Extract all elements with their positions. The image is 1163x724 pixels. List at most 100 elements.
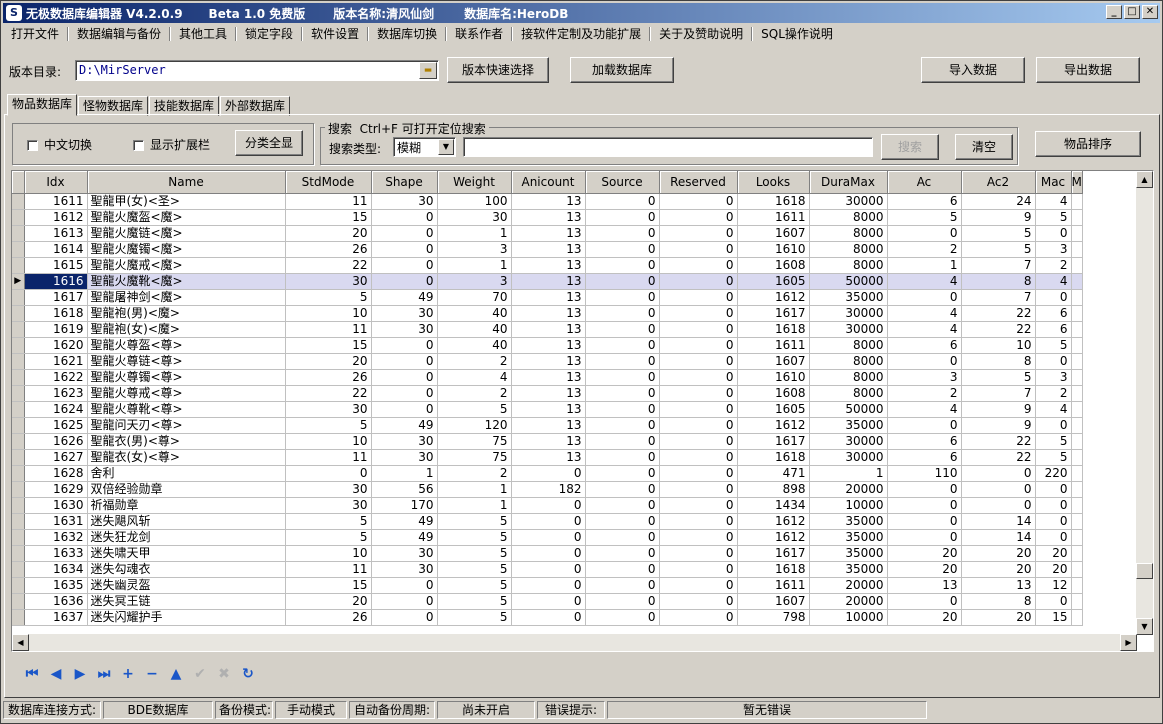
cell-source[interactable]: 0: [585, 433, 660, 450]
cell-shape[interactable]: 49: [371, 529, 438, 546]
cell-duramax[interactable]: 8000: [809, 257, 888, 274]
cell-mac[interactable]: 5: [1035, 337, 1072, 354]
cell-name[interactable]: 聖龍火尊链<尊>: [87, 353, 286, 370]
prior-record-icon[interactable]: ◀: [45, 664, 67, 684]
sort-button[interactable]: 物品排序: [1035, 131, 1141, 157]
first-record-icon[interactable]: ⏮: [21, 664, 43, 684]
column-header[interactable]: Shape: [371, 171, 438, 194]
cell-source[interactable]: 0: [585, 481, 660, 498]
cell-weight[interactable]: 5: [437, 529, 512, 546]
cell-duramax[interactable]: 35000: [809, 289, 888, 306]
cell-source[interactable]: 0: [585, 609, 660, 626]
delete-record-icon[interactable]: −: [141, 664, 163, 684]
cell-mac[interactable]: 0: [1035, 481, 1072, 498]
menu-item[interactable]: 打开文件: [3, 24, 67, 44]
cell-name[interactable]: 迷失幽灵盔: [87, 577, 286, 594]
menu-item[interactable]: 软件设置: [303, 24, 367, 44]
cell-idx[interactable]: 1624: [24, 401, 88, 418]
cell-overflow[interactable]: [1071, 305, 1083, 322]
cell-anicount[interactable]: 13: [511, 241, 586, 258]
cell-anicount[interactable]: 13: [511, 209, 586, 226]
cell-weight[interactable]: 3: [437, 273, 512, 290]
cell-ac[interactable]: 0: [887, 497, 962, 514]
cell-source[interactable]: 0: [585, 273, 660, 290]
menu-item[interactable]: 联系作者: [447, 24, 511, 44]
column-header[interactable]: Source: [585, 171, 660, 194]
cell-anicount[interactable]: 13: [511, 401, 586, 418]
cell-idx[interactable]: 1632: [24, 529, 88, 546]
cell-ac[interactable]: 2: [887, 385, 962, 402]
maximize-icon[interactable]: □: [1124, 5, 1140, 19]
cell-looks[interactable]: 1608: [737, 257, 810, 274]
cell-name[interactable]: 迷失狂龙剑: [87, 529, 286, 546]
cell-idx[interactable]: 1631: [24, 513, 88, 530]
cell-name[interactable]: 舍利: [87, 465, 286, 482]
cell-name[interactable]: 聖龍袍(女)<魔>: [87, 321, 286, 338]
cell-shape[interactable]: 0: [371, 273, 438, 290]
cell-shape[interactable]: 30: [371, 433, 438, 450]
cell-anicount[interactable]: 0: [511, 513, 586, 530]
cell-duramax[interactable]: 8000: [809, 353, 888, 370]
cell-reserved[interactable]: 0: [659, 497, 738, 514]
table-row[interactable]: 1632 迷失狂龙剑 5 49 5 0 0 0 1612 35000 0 14 0: [12, 529, 1083, 546]
cell-ac[interactable]: 0: [887, 353, 962, 370]
cell-idx[interactable]: 1611: [24, 193, 88, 210]
cell-anicount[interactable]: 182: [511, 481, 586, 498]
cell-ac[interactable]: 6: [887, 337, 962, 354]
cell-overflow[interactable]: [1071, 577, 1083, 594]
cell-ac2[interactable]: 8: [961, 593, 1036, 610]
cell-ac[interactable]: 0: [887, 593, 962, 610]
cell-ac[interactable]: 6: [887, 449, 962, 466]
cell-ac2[interactable]: 7: [961, 289, 1036, 306]
cell-duramax[interactable]: 10000: [809, 497, 888, 514]
cell-overflow[interactable]: [1071, 225, 1083, 242]
cell-shape[interactable]: 49: [371, 289, 438, 306]
cell-overflow[interactable]: [1071, 481, 1083, 498]
cell-shape[interactable]: 0: [371, 225, 438, 242]
tab-0[interactable]: 物品数据库: [7, 94, 78, 116]
column-header[interactable]: Mac: [1035, 171, 1072, 194]
cell-name[interactable]: 聖龍火魔戒<魔>: [87, 257, 286, 274]
cell-ac2[interactable]: 9: [961, 401, 1036, 418]
table-row[interactable]: 1624 聖龍火尊靴<尊> 30 0 5 13 0 0 1605 50000 4 9 4: [12, 401, 1083, 418]
cell-name[interactable]: 聖龍问天刃<尊>: [87, 417, 286, 434]
cell-weight[interactable]: 4: [437, 369, 512, 386]
cell-ac[interactable]: 5: [887, 209, 962, 226]
cell-stdmode[interactable]: 11: [285, 449, 372, 466]
cell-reserved[interactable]: 0: [659, 417, 738, 434]
cell-shape[interactable]: 30: [371, 305, 438, 322]
cell-duramax[interactable]: 8000: [809, 337, 888, 354]
cell-idx[interactable]: 1636: [24, 593, 88, 610]
cell-anicount[interactable]: 13: [511, 337, 586, 354]
cell-reserved[interactable]: 0: [659, 209, 738, 226]
cell-shape[interactable]: 0: [371, 209, 438, 226]
table-row[interactable]: 1633 迷失啸天甲 10 30 5 0 0 0 1617 35000 20 20 20: [12, 545, 1083, 562]
cell-looks[interactable]: 1611: [737, 577, 810, 594]
table-row[interactable]: 1617 聖龍屠神剑<魔> 5 49 70 13 0 0 1612 35000 0 7 0: [12, 289, 1083, 306]
cell-anicount[interactable]: 0: [511, 609, 586, 626]
edit-record-icon[interactable]: ▲: [165, 664, 187, 684]
cell-source[interactable]: 0: [585, 561, 660, 578]
cell-name[interactable]: 双倍经验勋章: [87, 481, 286, 498]
cell-stdmode[interactable]: 26: [285, 609, 372, 626]
cell-anicount[interactable]: 13: [511, 369, 586, 386]
cell-anicount[interactable]: 13: [511, 305, 586, 322]
cell-stdmode[interactable]: 5: [285, 513, 372, 530]
cell-stdmode[interactable]: 10: [285, 305, 372, 322]
cell-looks[interactable]: 898: [737, 481, 810, 498]
cell-source[interactable]: 0: [585, 193, 660, 210]
cell-ac2[interactable]: 5: [961, 225, 1036, 242]
cell-weight[interactable]: 1: [437, 225, 512, 242]
scroll-thumb[interactable]: [1136, 563, 1153, 579]
cell-stdmode[interactable]: 5: [285, 529, 372, 546]
load-db-button[interactable]: 加载数据库: [570, 57, 674, 83]
items-grid[interactable]: Idx Name StdMode Shape Weight Anicount Source R…: [11, 170, 1154, 652]
column-header[interactable]: Weight: [437, 171, 512, 194]
close-icon[interactable]: ✕: [1142, 5, 1158, 19]
cell-overflow[interactable]: [1071, 369, 1083, 386]
cell-weight[interactable]: 40: [437, 305, 512, 322]
cell-looks[interactable]: 1617: [737, 545, 810, 562]
cell-weight[interactable]: 5: [437, 609, 512, 626]
cell-source[interactable]: 0: [585, 593, 660, 610]
cell-ac2[interactable]: 0: [961, 497, 1036, 514]
